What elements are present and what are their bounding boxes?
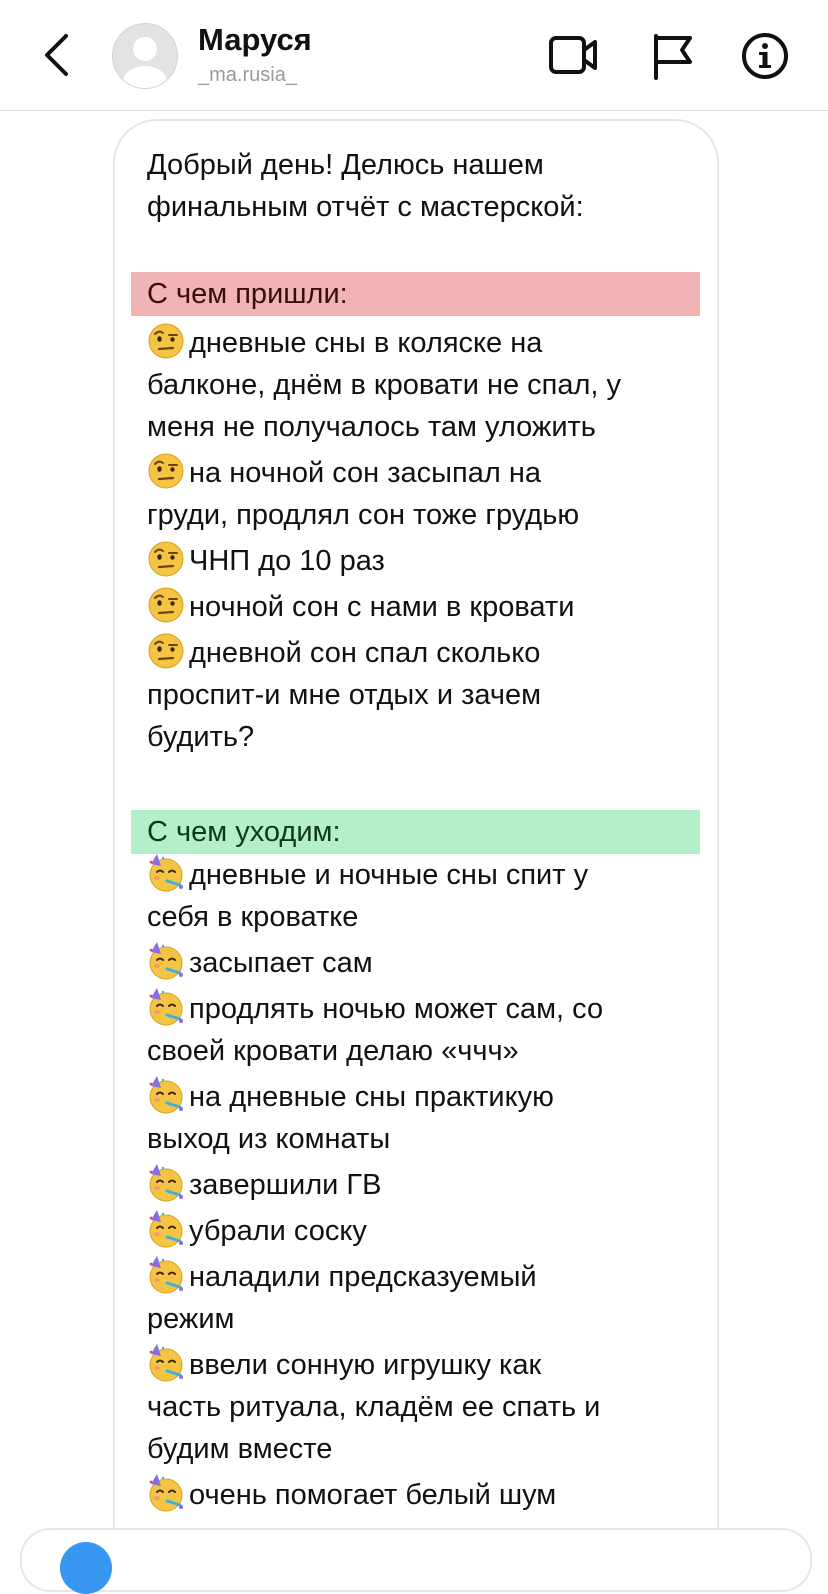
leaving-with-item-text: очень помогает белый шум (189, 1479, 557, 1511)
chat-username: _ma.rusia_ (198, 64, 297, 86)
camera-button[interactable] (60, 1542, 112, 1594)
partying-face-icon (147, 854, 185, 892)
leaving-with-item: убрали соску (147, 1210, 707, 1252)
message-intro: Добрый день! Делюсь нашем финальным отчё… (147, 144, 584, 228)
leaving-with-item: завершили ГВ (147, 1164, 707, 1206)
leaving-with-item: продлять ночью может сам, со своей кроват… (147, 988, 707, 1072)
leaving-with-item: дневные и ночные сны спит у себя в кроват… (147, 854, 707, 938)
partying-face-icon (147, 1164, 185, 1202)
came-with-header: С чем пришли: (131, 272, 700, 316)
partying-face-icon (147, 1344, 185, 1382)
leaving-with-item-text: часть ритуала, кладём ее спать и (147, 1391, 601, 1423)
came-with-item: ночной сон с нами в кровати (147, 586, 707, 628)
came-with-item-text: ночной сон с нами в кровати (189, 591, 575, 623)
face-with-raised-eyebrow-icon (147, 632, 185, 670)
face-with-raised-eyebrow-icon (147, 452, 185, 490)
face-with-raised-eyebrow-icon (147, 586, 185, 624)
chat-header: Маруся _ma.rusia_ (0, 0, 828, 111)
came-with-item-text: меня не получалось там уложить (147, 411, 596, 443)
leaving-with-item-text: себя в кроватке (147, 901, 359, 933)
partying-face-icon (147, 1474, 185, 1512)
leaving-with-item-text: дневные и ночные сны спит у (189, 859, 589, 891)
came-with-item-text: проспит-и мне отдых и зачем (147, 679, 542, 711)
leaving-with-header: С чем уходим: (131, 810, 700, 854)
leaving-with-item-text: будим вместе (147, 1433, 333, 1465)
message-bubble[interactable]: Добрый день! Делюсь нашем финальным отчё… (113, 119, 719, 1579)
leaving-with-item-text: ввели сонную игрушку как (189, 1349, 542, 1381)
face-with-raised-eyebrow-icon (147, 540, 185, 578)
came-with-item-text: на ночной сон засыпал на (189, 457, 541, 489)
leaving-with-item: засыпает сам (147, 942, 707, 984)
leaving-with-item: очень помогает белый шум (147, 1474, 707, 1516)
came-with-item-text: дневные сны в коляске на (189, 327, 543, 359)
video-call-icon[interactable] (548, 32, 598, 80)
came-with-item: на ночной сон засыпал на груди, продлял с… (147, 452, 707, 536)
came-with-list: дневные сны в коляске на балконе, днём в … (147, 322, 707, 758)
avatar-placeholder-icon (123, 37, 167, 88)
leaving-with-item-text: режим (147, 1303, 235, 1335)
came-with-item-text: будить? (147, 721, 255, 753)
intro-line-1: Добрый день! Делюсь нашем (147, 149, 544, 181)
leaving-with-item: на дневные сны практикую выход из комнаты (147, 1076, 707, 1160)
partying-face-icon (147, 988, 185, 1026)
came-with-item-text: груди, продлял сон тоже грудью (147, 499, 580, 531)
partying-face-icon (147, 1076, 185, 1114)
came-with-item: дневные сны в коляске на балконе, днём в … (147, 322, 707, 448)
chat-title[interactable]: Маруся (198, 22, 312, 58)
partying-face-icon (147, 942, 185, 980)
partying-face-icon (147, 1210, 185, 1248)
came-with-item-text: дневной сон спал сколько (189, 637, 541, 669)
came-with-item: ЧНП до 10 раз (147, 540, 707, 582)
flag-icon[interactable] (650, 32, 700, 80)
leaving-with-item-text: убрали соску (189, 1215, 367, 1247)
leaving-with-item-text: на дневные сны практикую (189, 1081, 554, 1113)
leaving-with-list: дневные и ночные сны спит у себя в кроват… (147, 854, 707, 1516)
leaving-with-item-text: выход из комнаты (147, 1123, 391, 1155)
avatar[interactable] (112, 23, 178, 89)
leaving-with-item-text: наладили предсказуемый (189, 1261, 537, 1293)
leaving-with-item-text: засыпает сам (189, 947, 373, 979)
leaving-with-item: наладили предсказуемый режим (147, 1256, 707, 1340)
came-with-item: дневной сон спал сколько проспит-и мне от… (147, 632, 707, 758)
info-icon[interactable] (740, 32, 790, 80)
message-composer[interactable] (20, 1528, 812, 1594)
leaving-with-item-text: завершили ГВ (189, 1169, 382, 1201)
intro-line-2: финальным отчёт с мастерской: (147, 191, 584, 223)
came-with-item-text: балконе, днём в кровати не спал, у (147, 369, 622, 401)
partying-face-icon (147, 1256, 185, 1294)
face-with-raised-eyebrow-icon (147, 322, 185, 360)
back-chevron-icon[interactable] (38, 30, 78, 80)
came-with-item-text: ЧНП до 10 раз (189, 545, 385, 577)
leaving-with-item: ввели сонную игрушку как часть ритуала, к… (147, 1344, 707, 1470)
leaving-with-item-text: своей кровати делаю «ччч» (147, 1035, 519, 1067)
leaving-with-item-text: продлять ночью может сам, со (189, 993, 604, 1025)
